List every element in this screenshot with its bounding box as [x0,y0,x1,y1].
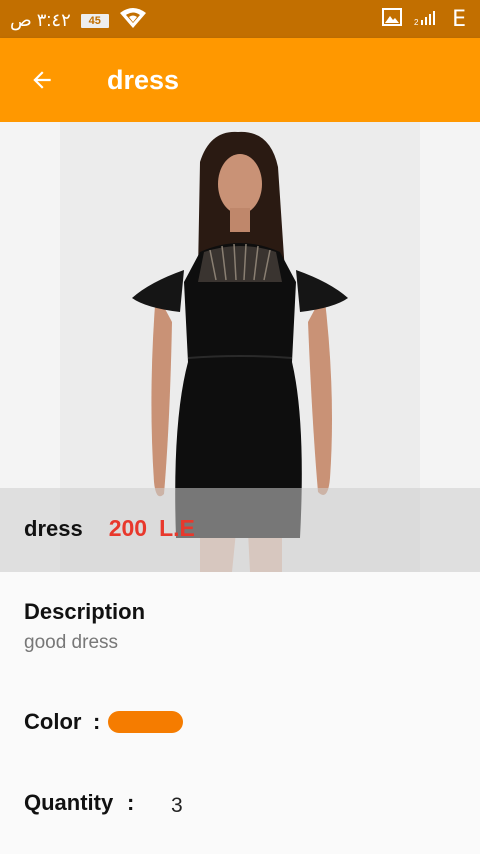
name-price-row: dress 200 L.E [24,515,195,542]
product-hero: dress 200 L.E [0,122,480,572]
status-time: ٣:٤٢ ص [10,10,71,30]
color-swatch [108,711,183,733]
signal-icon: 2 [414,6,440,32]
product-name: dress [24,516,83,541]
app-bar: dress [0,38,480,122]
svg-text:2: 2 [414,18,419,26]
battery-icon: 45 [80,13,109,28]
product-price: 200 [108,515,148,541]
page-title: dress [107,64,180,95]
product-currency: L.E [159,515,195,541]
product-details: Description good dress Color : Quantity … [0,572,480,854]
back-button[interactable] [17,55,67,105]
status-bar: ٣:٤٢ ص 45 2 E [0,0,480,38]
description-label: Description [24,599,146,624]
description-value: good dress [24,632,119,653]
network-type: E [452,6,466,32]
status-left: ٣:٤٢ ص 45 [10,7,147,34]
color-label: Color [24,709,82,734]
wifi-icon [119,7,147,34]
quantity-value: 3 [171,794,183,817]
quantity-label: Quantity [24,790,114,815]
arrow-back-icon [33,71,51,89]
gallery-notification-icon [382,6,403,32]
status-right: 2 E [382,6,466,32]
color-colon: : [93,709,101,734]
quantity-colon: : [127,790,135,815]
